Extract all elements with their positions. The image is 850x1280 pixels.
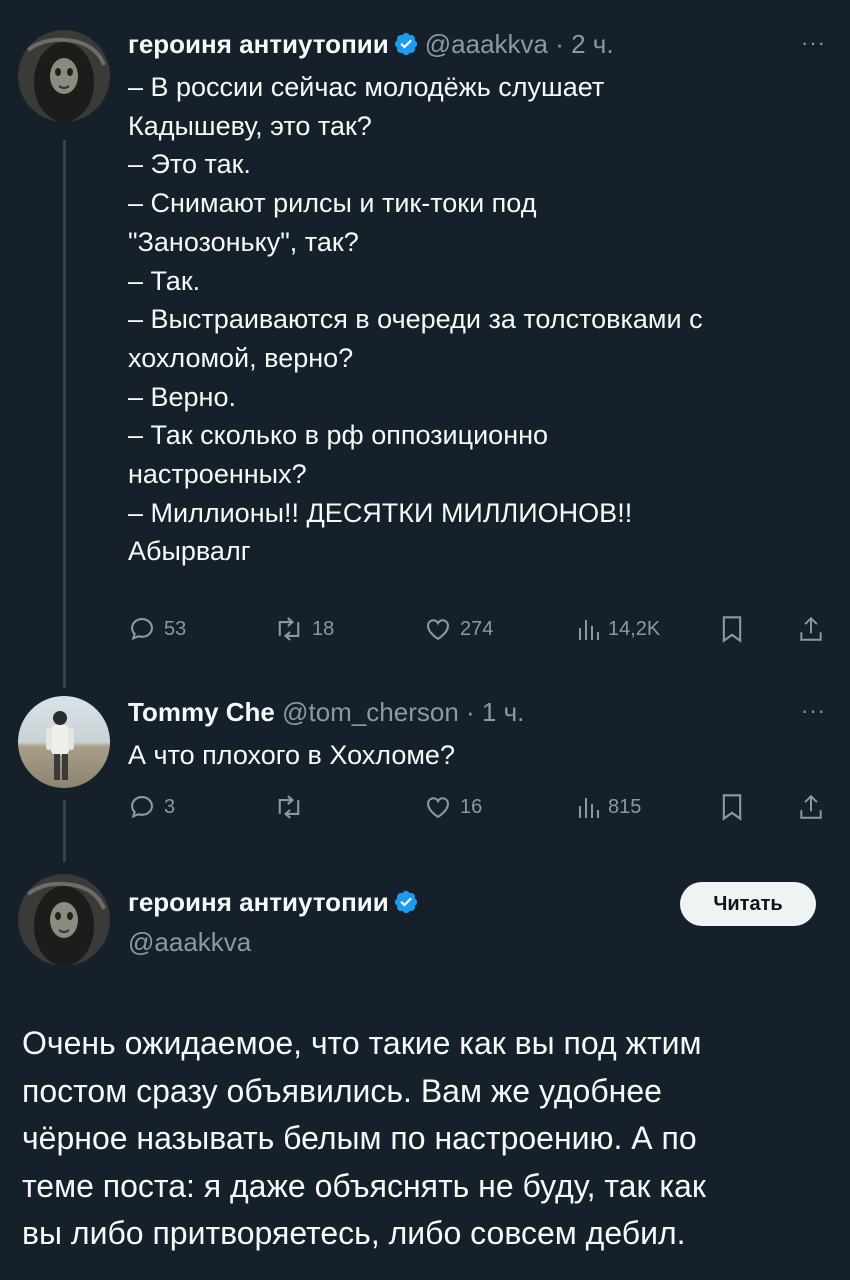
- tweet-actions: 3 16 815: [128, 792, 828, 822]
- tweet-text-line: – Миллионы!! ДЕСЯТКИ МИЛЛИОНОВ!!: [128, 497, 633, 528]
- reply-icon: [131, 618, 153, 641]
- tweet-header: героиня антиутопии @aaakkva · 2 ч.: [128, 28, 614, 60]
- reply-icon: [131, 796, 153, 819]
- tweet-header: Tommy Che @tom_cherson · 1 ч.: [128, 696, 524, 728]
- tweet-text: А что плохого в Хохломе?: [128, 736, 828, 775]
- tweet-text-line: вы либо притворяетесь, либо совсем дебил…: [22, 1215, 686, 1251]
- repost-icon: [278, 795, 300, 819]
- more-options-icon[interactable]: ···: [801, 698, 826, 724]
- tweet-text-line: Очень ожидаемое, что такие как вы под жт…: [22, 1025, 702, 1061]
- tweet-2[interactable]: Tommy Che @tom_cherson · 1 ч. ··· А что …: [0, 690, 850, 870]
- author-handle-row: @aaakkva: [128, 926, 251, 958]
- tweet-text-line: А что плохого в Хохломе?: [128, 740, 455, 770]
- like-button[interactable]: 16: [424, 792, 482, 822]
- share-button[interactable]: [798, 614, 824, 644]
- repost-button[interactable]: [274, 792, 312, 822]
- author-name[interactable]: Tommy Che: [128, 697, 275, 727]
- like-button[interactable]: 274: [424, 614, 493, 644]
- verified-badge-icon: [394, 890, 417, 914]
- main-tweet-text: Очень ожидаемое, что такие как вы под жт…: [22, 1020, 832, 1258]
- tweet-text-line: Абырвалг: [128, 536, 251, 567]
- repost-count: 18: [312, 617, 335, 640]
- tweet-text-line: – Это так.: [128, 149, 251, 180]
- author-name[interactable]: героиня антиутопии: [128, 887, 389, 917]
- reply-count: 53: [164, 617, 187, 640]
- more-options-icon[interactable]: ···: [801, 30, 826, 56]
- tweet-text-line: – Верно.: [128, 381, 236, 412]
- reply-count: 3: [164, 795, 176, 818]
- tweet-text-line: теме поста: я даже объяснять не буду, та…: [22, 1167, 706, 1204]
- tweet-text-line: – Выстраиваются в очереди за толстовками…: [128, 304, 703, 335]
- bookmark-icon: [722, 616, 742, 643]
- share-button[interactable]: [798, 792, 824, 822]
- author-handle[interactable]: @tom_cherson: [282, 697, 459, 727]
- tweet-text-line: хохломой, верно?: [128, 342, 354, 373]
- tweet-text-line: постом сразу объявились. Вам же удобнее: [22, 1072, 662, 1109]
- avatar[interactable]: [18, 696, 110, 788]
- tweet-text-line: – Снимают рилсы и тик-токи под: [128, 188, 537, 219]
- share-icon: [800, 794, 822, 819]
- tweet-actions: 53 18 274 14,2K: [128, 614, 828, 644]
- tweet-text-line: – Так сколько в рф оппозиционно: [128, 420, 549, 451]
- author-handle[interactable]: @aaakkva: [128, 927, 251, 957]
- bookmark-icon: [722, 794, 742, 821]
- like-count: 274: [460, 617, 494, 640]
- verified-badge-icon: [394, 32, 417, 56]
- tweet-text: – В россии сейчас молодёжь слушает Кадыш…: [128, 68, 828, 571]
- bookmark-button[interactable]: [720, 792, 744, 822]
- bookmark-button[interactable]: [720, 614, 744, 644]
- tweet-text-line: Кадышеву, это так?: [128, 110, 372, 141]
- tweet-text-line: чёрное называть белым по настроению. А п…: [22, 1120, 697, 1156]
- reply-button[interactable]: 3: [128, 792, 175, 822]
- tweet-text-line: – Так.: [128, 265, 201, 296]
- views-button[interactable]: 14,2K: [576, 614, 660, 644]
- follow-button[interactable]: Читать: [680, 882, 816, 926]
- avatar[interactable]: [18, 874, 110, 966]
- views-count: 815: [608, 795, 642, 818]
- views-chart-icon: [579, 620, 599, 640]
- avatar[interactable]: [18, 30, 110, 122]
- views-button[interactable]: 815: [576, 792, 641, 822]
- tweet-text-line: – В россии сейчас молодёжь слушает: [128, 72, 605, 102]
- tweet-header: героиня антиутопии: [128, 886, 425, 918]
- repost-button[interactable]: 18: [274, 614, 334, 644]
- author-name[interactable]: героиня антиутопии: [128, 29, 389, 59]
- like-count: 16: [460, 795, 483, 818]
- tweet-text-line: настроенных?: [128, 459, 307, 490]
- heart-icon: [427, 797, 449, 819]
- tweet-time[interactable]: · 1 ч.: [466, 697, 524, 727]
- author-handle[interactable]: @aaakkva: [425, 29, 548, 59]
- repost-icon: [278, 617, 300, 641]
- tweet-1[interactable]: героиня антиутопии @aaakkva · 2 ч. ··· – …: [0, 0, 850, 690]
- views-count: 14,2K: [608, 617, 661, 640]
- tweet-text-line: "Занозоньку", так?: [128, 226, 359, 257]
- heart-icon: [427, 619, 449, 641]
- views-chart-icon: [579, 798, 599, 818]
- share-icon: [800, 616, 822, 641]
- reply-button[interactable]: 53: [128, 614, 186, 644]
- tweet-time[interactable]: · 2 ч.: [555, 29, 613, 59]
